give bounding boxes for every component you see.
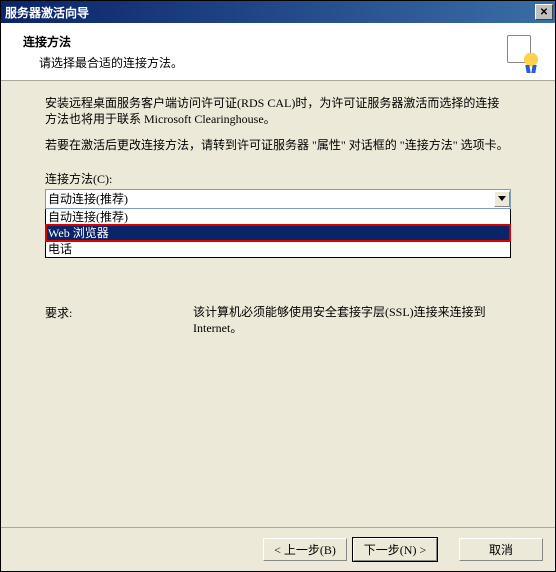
close-icon: ✕ (540, 7, 548, 18)
connection-method-combobox[interactable]: 自动连接(推荐) (45, 189, 511, 209)
info-paragraph-2: 若要在激活后更改连接方法，请转到许可证服务器 "属性" 对话框的 "连接方法" … (45, 137, 511, 153)
back-button[interactable]: < 上一步(B) (263, 538, 347, 561)
wizard-body: 安装远程桌面服务客户端访问许可证(RDS CAL)时，为许可证服务器激活而选择的… (1, 81, 555, 527)
option-telephone[interactable]: 电话 (46, 241, 510, 257)
requirements-row: 要求: 该计算机必须能够使用安全套接字层(SSL)连接来连接到 Internet… (45, 304, 511, 336)
connection-method-label: 连接方法(C): (45, 170, 511, 187)
next-button[interactable]: 下一步(N) > (353, 538, 437, 561)
wizard-footer: < 上一步(B) 下一步(N) > 取消 (1, 527, 555, 571)
titlebar: 服务器激活向导 ✕ (1, 1, 555, 23)
combobox-selected-value: 自动连接(推荐) (48, 190, 128, 207)
close-button[interactable]: ✕ (535, 4, 553, 20)
window-title: 服务器激活向导 (5, 4, 89, 21)
header-title: 连接方法 (23, 33, 183, 50)
header-text: 连接方法 请选择最合适的连接方法。 (23, 33, 183, 71)
connection-method-dropdown: 自动连接(推荐) Web 浏览器 电话 (45, 209, 511, 258)
chevron-down-icon (494, 191, 510, 207)
requirements-text: 该计算机必须能够使用安全套接字层(SSL)连接来连接到 Internet。 (193, 304, 511, 336)
option-web-browser[interactable]: Web 浏览器 (46, 225, 510, 241)
wizard-window: 服务器激活向导 ✕ 连接方法 请选择最合适的连接方法。 安装远程桌面服务客户端访… (0, 0, 556, 572)
header-subtitle: 请选择最合适的连接方法。 (23, 54, 183, 71)
requirements-label: 要求: (45, 304, 193, 336)
certificate-icon (503, 33, 539, 69)
wizard-header: 连接方法 请选择最合适的连接方法。 (1, 23, 555, 81)
info-paragraph-1: 安装远程桌面服务客户端访问许可证(RDS CAL)时，为许可证服务器激活而选择的… (45, 95, 511, 127)
cancel-button[interactable]: 取消 (459, 538, 543, 561)
option-auto-connect[interactable]: 自动连接(推荐) (46, 209, 510, 225)
